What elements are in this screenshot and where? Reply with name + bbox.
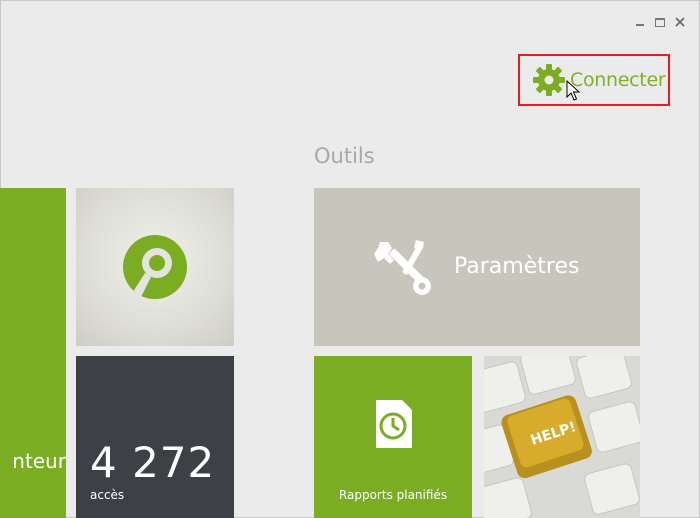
p-logo-icon xyxy=(123,235,187,299)
tile-scheduled-reports-label: Rapports planifiés xyxy=(338,488,448,502)
section-title-tools: Outils xyxy=(314,144,375,168)
tile-left-green-label: nteur xyxy=(12,449,66,473)
minimize-button[interactable] xyxy=(634,16,646,28)
tile-settings[interactable]: Paramètres xyxy=(314,188,640,346)
tile-settings-label: Paramètres xyxy=(454,254,580,279)
close-button[interactable] xyxy=(674,16,686,28)
tile-scheduled-reports[interactable]: Rapports planifiés xyxy=(314,356,472,518)
maximize-button[interactable] xyxy=(654,16,666,28)
connect-button[interactable]: Connecter xyxy=(518,54,670,106)
window-controls xyxy=(634,16,686,28)
tile-help[interactable]: HELP! xyxy=(484,356,640,518)
close-icon xyxy=(675,17,685,27)
scheduled-report-icon xyxy=(376,400,412,448)
tile-logo[interactable] xyxy=(76,188,234,346)
tile-left-green[interactable]: nteur xyxy=(0,188,66,518)
tile-stats[interactable]: 4 272 accès xyxy=(76,356,234,518)
mouse-cursor-icon xyxy=(566,80,580,101)
tools-icon xyxy=(374,240,431,295)
connect-label: Connecter xyxy=(570,69,666,91)
stats-number: 4 272 xyxy=(90,438,216,487)
stats-caption: accès xyxy=(90,488,125,502)
gear-icon xyxy=(533,64,565,96)
